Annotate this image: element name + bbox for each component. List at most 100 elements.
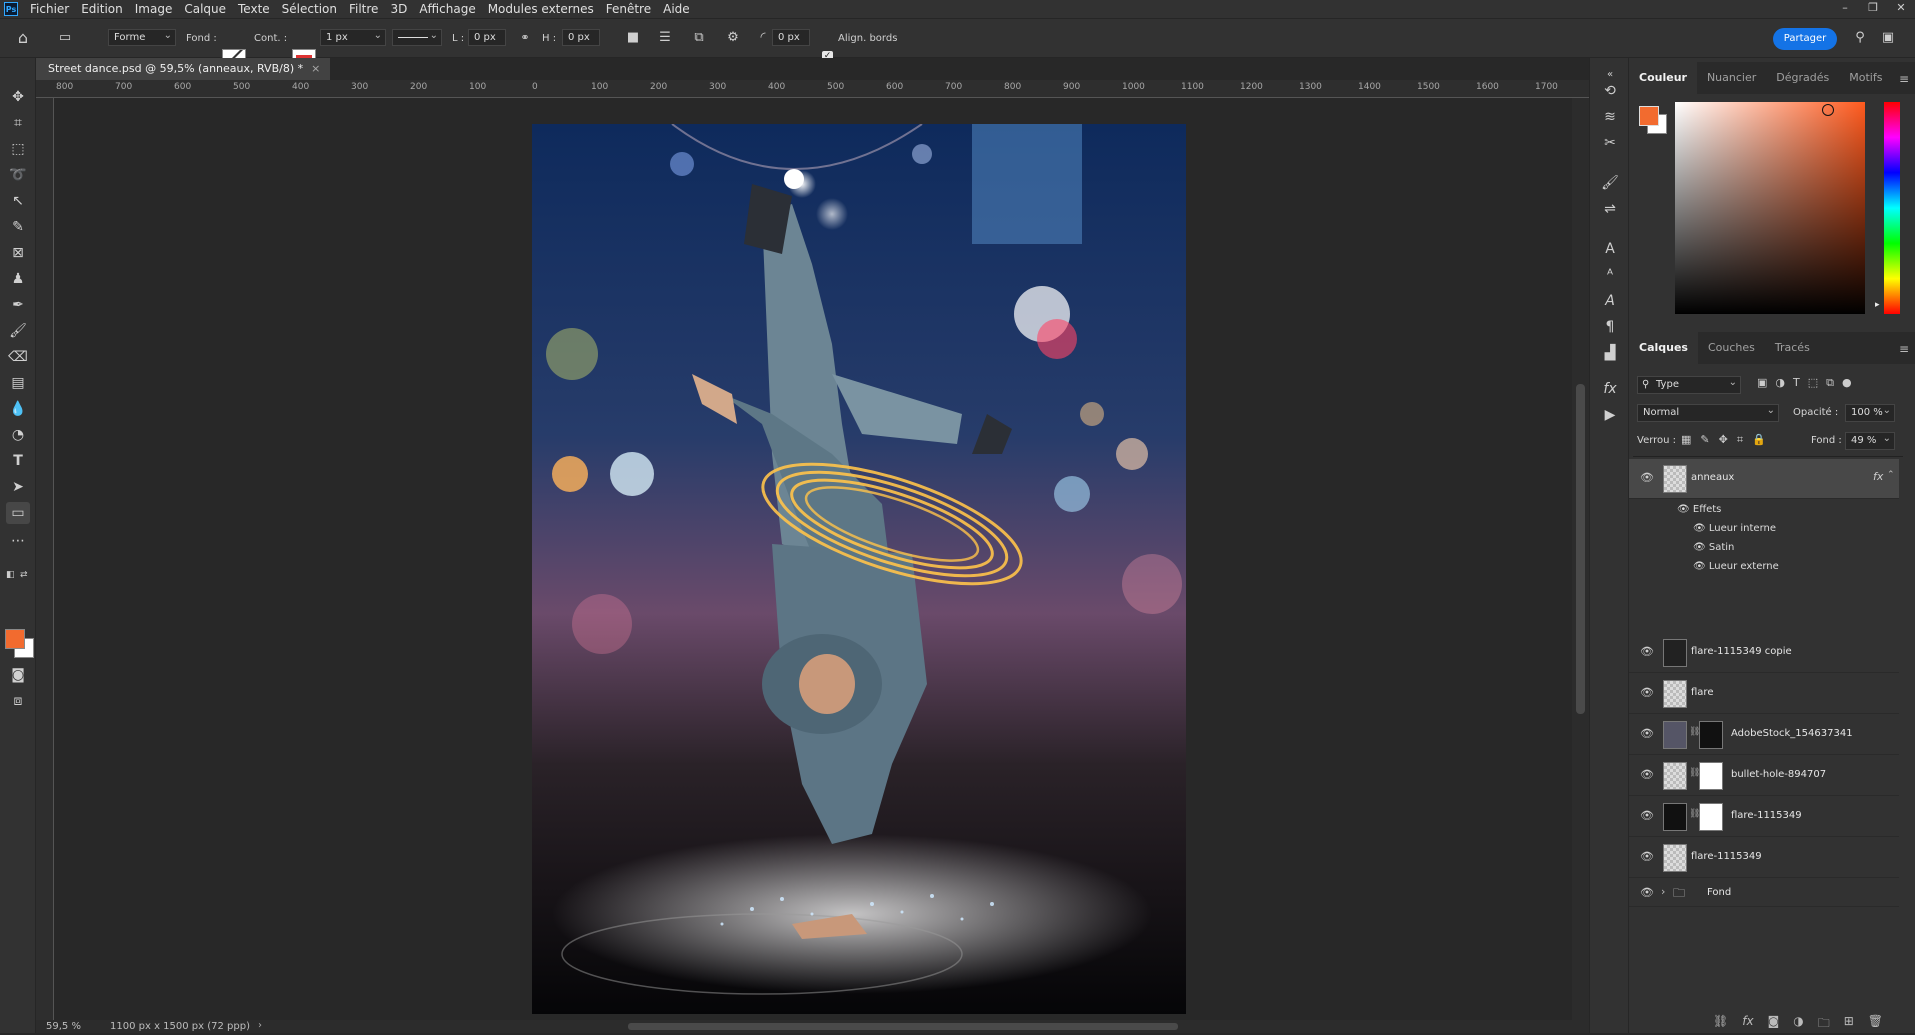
effects-group[interactable]: 👁 Effets <box>1677 500 1721 519</box>
minimize-icon[interactable]: – <box>1831 0 1859 18</box>
tools-presets-icon[interactable]: ✂ <box>1599 132 1621 154</box>
chevron-right-icon[interactable]: › <box>258 1020 262 1031</box>
tab-degrades[interactable]: Dégradés <box>1766 62 1839 94</box>
vertical-scroll-thumb[interactable] <box>1576 384 1585 714</box>
color-field-picker[interactable] <box>1675 102 1865 314</box>
corner-radius-field[interactable]: 0 px <box>772 29 810 46</box>
lock-transparency-icon[interactable]: ▦ <box>1681 433 1691 447</box>
layers-panel-menu-icon[interactable]: ≡ <box>1899 342 1909 356</box>
visibility-eye-icon[interactable]: 👁 <box>1639 850 1655 864</box>
close-window-icon[interactable]: ✕ <box>1887 0 1915 18</box>
history-icon[interactable]: ⟲ <box>1599 80 1621 102</box>
frame-tool-icon[interactable]: ⊠ <box>6 242 30 264</box>
layer-row[interactable]: 👁 ⛓ AdobeStock_154637341 <box>1629 715 1899 755</box>
tab-calques[interactable]: Calques <box>1629 332 1698 364</box>
tab-motifs[interactable]: Motifs <box>1839 62 1892 94</box>
home-icon[interactable]: ⌂ <box>14 29 32 47</box>
filter-type-icon[interactable]: T <box>1793 376 1800 390</box>
stamp-tool-icon[interactable]: ♟ <box>6 268 30 290</box>
vertical-scrollbar[interactable] <box>1572 98 1589 1020</box>
adjustments-icon[interactable]: ≋ <box>1599 106 1621 128</box>
filter-toggle-icon[interactable]: ● <box>1842 376 1852 390</box>
direct-selection-tool-icon[interactable]: ➤ <box>6 476 30 498</box>
restore-icon[interactable]: ❐ <box>1859 0 1887 18</box>
swap-colors-icon[interactable]: ⇄ <box>20 570 28 580</box>
hue-slider-handle-icon[interactable]: ▸ <box>1875 300 1880 310</box>
shape-tool-preset-icon[interactable]: ▭ <box>56 29 74 47</box>
path-arrangement-icon[interactable]: ⧉ <box>690 29 708 47</box>
layer-row[interactable]: 👁 flare-1115349 <box>1629 838 1899 878</box>
new-layer-icon[interactable]: ⊞ <box>1844 1014 1854 1035</box>
delete-layer-icon[interactable]: 🗑 <box>1868 1014 1883 1035</box>
move-tool-icon[interactable]: ✥ <box>6 86 30 108</box>
layer-row[interactable]: 👁 ⛓ flare-1115349 <box>1629 797 1899 837</box>
blend-mode-select[interactable]: Normal <box>1637 403 1779 422</box>
type-tool-icon[interactable]: T <box>6 450 30 472</box>
new-group-icon[interactable]: 🗀 <box>1818 1014 1830 1035</box>
filter-shape-icon[interactable]: ⬚ <box>1808 376 1818 390</box>
new-adjustment-layer-icon[interactable]: ◑ <box>1793 1014 1803 1035</box>
lasso-tool-icon[interactable]: ➰ <box>6 164 30 186</box>
filter-adjustment-icon[interactable]: ◑ <box>1775 376 1785 390</box>
eyedropper-tool-icon[interactable]: ✒ <box>6 294 30 316</box>
effect-row[interactable]: 👁 Lueur interne <box>1693 519 1776 538</box>
tab-couches[interactable]: Couches <box>1698 332 1765 364</box>
color-picker-cursor[interactable] <box>1822 104 1834 116</box>
blur-tool-icon[interactable]: 💧 <box>6 398 30 420</box>
document-tab[interactable]: Street dance.psd @ 59,5% (anneaux, RVB/8… <box>36 58 331 80</box>
eraser-tool-icon[interactable]: ⌫ <box>6 346 30 368</box>
filter-pixel-icon[interactable]: ▣ <box>1757 376 1767 390</box>
effect-eye-icon[interactable]: 👁 <box>1693 523 1709 534</box>
layer-row[interactable]: 👁 ⛓ bullet-hole-894707 <box>1629 756 1899 796</box>
color-panel-foreground-swatch[interactable] <box>1639 106 1659 126</box>
search-icon[interactable]: ⚲ <box>1851 29 1869 47</box>
visibility-eye-icon[interactable]: 👁 <box>1639 471 1655 485</box>
paragraph-icon[interactable]: ¶ <box>1599 316 1621 338</box>
layer-mask-thumbnail[interactable] <box>1699 762 1723 790</box>
visibility-eye-icon[interactable]: 👁 <box>1639 768 1655 782</box>
effect-eye-icon[interactable]: 👁 <box>1693 542 1709 553</box>
effect-eye-icon[interactable]: 👁 <box>1693 561 1709 572</box>
menu-edition[interactable]: Edition <box>75 0 129 18</box>
layer-group-row[interactable]: 👁 › 🗀 Fond <box>1629 879 1899 907</box>
brush-tool-icon[interactable]: 🖌 <box>6 320 30 342</box>
actions-play-icon[interactable]: ▶ <box>1599 404 1621 426</box>
menu-filtre[interactable]: Filtre <box>343 0 384 18</box>
menu-3d[interactable]: 3D <box>384 0 413 18</box>
lock-position-icon[interactable]: ✥ <box>1719 433 1728 447</box>
path-operations-icon[interactable]: ■ <box>624 29 642 47</box>
visibility-eye-icon[interactable]: 👁 <box>1639 886 1655 900</box>
shape-mode-select[interactable]: Forme <box>108 28 176 46</box>
panel-menu-icon[interactable]: ≡ <box>1899 72 1909 86</box>
brushes-icon[interactable]: 🖌 <box>1599 172 1621 194</box>
visibility-eye-icon[interactable]: 👁 <box>1639 727 1655 741</box>
path-alignment-icon[interactable]: ☰ <box>656 29 674 47</box>
layer-row[interactable]: 👁 flare-1115349 copie <box>1629 633 1899 673</box>
default-colors-icon[interactable]: ◧ <box>6 570 15 580</box>
hue-slider[interactable] <box>1884 102 1900 314</box>
screen-mode-icon[interactable]: ⧈ <box>6 690 30 712</box>
visibility-eye-icon[interactable]: 👁 <box>1639 686 1655 700</box>
fill-opacity-field[interactable]: 49 % <box>1845 431 1895 450</box>
visibility-eye-icon[interactable]: 👁 <box>1639 809 1655 823</box>
visibility-eye-icon[interactable]: 👁 <box>1639 645 1655 659</box>
width-field[interactable]: 0 px <box>468 29 506 46</box>
menu-affichage[interactable]: Affichage <box>413 0 481 18</box>
styles-fx-icon[interactable]: fx <box>1599 378 1621 400</box>
zoom-level[interactable]: 59,5 % <box>46 1021 81 1032</box>
effect-row[interactable]: 👁 Lueur externe <box>1693 557 1779 576</box>
menu-fenetre[interactable]: Fenêtre <box>600 0 657 18</box>
menu-calque[interactable]: Calque <box>178 0 232 18</box>
marquee-tool-icon[interactable]: ⬚ <box>6 138 30 160</box>
vertical-ruler[interactable] <box>36 98 54 1020</box>
layer-row[interactable]: 👁 anneaux fx ⌃ <box>1629 459 1899 499</box>
stroke-type-select[interactable] <box>392 28 442 46</box>
menu-texte[interactable]: Texte <box>232 0 276 18</box>
more-tools-icon[interactable]: ⋯ <box>6 530 30 552</box>
tab-nuancier[interactable]: Nuancier <box>1697 62 1766 94</box>
effect-row[interactable]: 👁 Satin <box>1693 538 1734 557</box>
horizontal-ruler[interactable]: 800 700 600 500 400 300 200 100 0 100 20… <box>36 80 1589 98</box>
tab-couleur[interactable]: Couleur <box>1629 62 1697 94</box>
rectangle-tool-icon[interactable]: ▭ <box>6 502 30 524</box>
paragraph-styles-icon[interactable]: ▟ <box>1599 342 1621 364</box>
